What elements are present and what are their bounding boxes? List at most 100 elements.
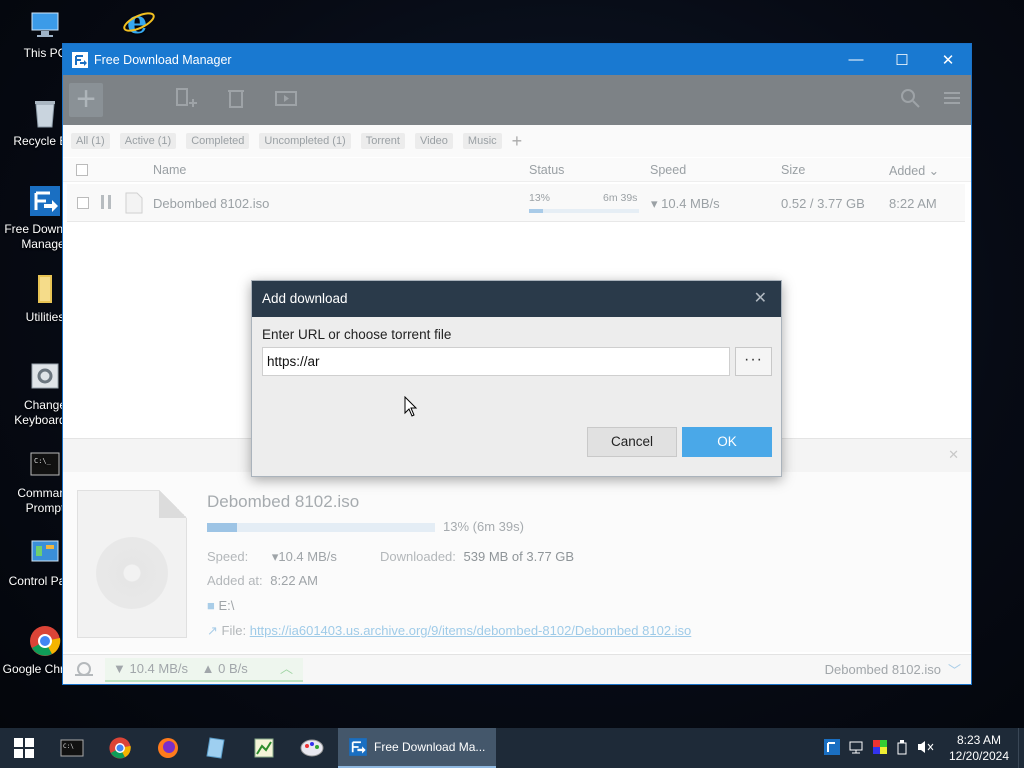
window-titlebar[interactable]: Free Download Manager — ☐ ✕ xyxy=(63,44,971,75)
network-icon[interactable] xyxy=(848,739,864,758)
close-details-icon[interactable]: ✕ xyxy=(948,447,959,463)
chevron-up-icon[interactable]: ︿ xyxy=(280,658,293,680)
taskbar-notepad[interactable] xyxy=(192,728,240,768)
svg-text:C:\_: C:\_ xyxy=(34,457,52,465)
folder-path[interactable]: E:\ xyxy=(218,598,234,613)
show-desktop-button[interactable] xyxy=(1018,728,1024,768)
internet-explorer-icon: e xyxy=(123,4,155,38)
dialog-close-button[interactable]: ✕ xyxy=(754,281,767,317)
taskbar-paint-app[interactable] xyxy=(288,728,336,768)
row-progress-bar xyxy=(529,209,639,213)
speed-box[interactable]: ▼ 10.4 MB/s ▲ 0 B/s ︿ xyxy=(105,658,303,682)
start-button[interactable] xyxy=(0,728,48,768)
folder-icon xyxy=(38,275,52,303)
file-url-link[interactable]: https://ia601403.us.archive.org/9/items/… xyxy=(250,623,692,638)
close-button[interactable]: ✕ xyxy=(925,44,971,75)
row-file-name: Debombed 8102.iso xyxy=(153,196,270,211)
toolbar: + xyxy=(63,75,971,125)
taskbar-firefox[interactable] xyxy=(144,728,192,768)
file-icon xyxy=(125,192,143,217)
status-current-file: Debombed 8102.iso xyxy=(824,662,941,677)
url-input[interactable] xyxy=(262,347,730,376)
chart-app-icon xyxy=(254,738,274,758)
dialog-titlebar[interactable]: Add download ✕ xyxy=(252,281,781,317)
mouse-cursor-icon xyxy=(404,396,418,417)
browse-button[interactable]: ··· xyxy=(735,347,772,376)
move-icon[interactable] xyxy=(171,85,201,115)
windows-icon xyxy=(14,738,34,758)
notepad-icon xyxy=(206,737,225,759)
filter-torrent[interactable]: Torrent xyxy=(360,133,405,149)
download-row[interactable]: Debombed 8102.iso 13% 6m 39s ▾ 10.4 MB/s… xyxy=(67,184,965,222)
delete-icon[interactable] xyxy=(221,85,251,115)
column-name[interactable]: Name xyxy=(153,163,186,177)
chrome-icon xyxy=(109,737,131,759)
clock[interactable]: 8:23 AM 12/20/2024 xyxy=(940,732,1018,764)
details-progress-fill xyxy=(207,523,237,532)
svg-text:C:\: C:\ xyxy=(63,743,74,750)
filter-music[interactable]: Music xyxy=(462,133,502,149)
row-size: 0.52 / 3.77 GB xyxy=(781,196,865,211)
taskbar-command-prompt[interactable]: C:\ xyxy=(48,728,96,768)
desktop-icon-label: This PC xyxy=(23,46,67,60)
filter-uncompleted[interactable]: Uncompleted (1) xyxy=(259,133,351,149)
usb-icon[interactable] xyxy=(896,739,908,758)
color-app-icon[interactable] xyxy=(872,739,888,758)
filter-completed[interactable]: Completed xyxy=(186,133,250,149)
taskbar-chart-app[interactable] xyxy=(240,728,288,768)
fdm-app-icon xyxy=(30,186,60,216)
control-panel-icon xyxy=(31,540,59,562)
taskbar-chrome[interactable] xyxy=(96,728,144,768)
dialog-title: Add download xyxy=(262,291,348,306)
fdm-tray-icon[interactable] xyxy=(824,738,840,758)
column-size[interactable]: Size xyxy=(781,163,805,177)
row-added: 8:22 AM xyxy=(889,196,937,211)
row-eta: 6m 39s xyxy=(603,192,638,204)
added-at-label: Added at: xyxy=(207,573,263,588)
add-filter-button[interactable]: + xyxy=(512,131,523,152)
terminal-icon: C:\_ xyxy=(30,452,60,476)
up-speed: ▲ 0 B/s xyxy=(201,661,248,676)
disc-icon xyxy=(96,537,168,609)
search-icon[interactable] xyxy=(895,85,925,115)
media-icon[interactable] xyxy=(271,85,301,115)
computer-icon xyxy=(31,12,59,37)
status-bar: ▼ 10.4 MB/s ▲ 0 B/s ︿ Debombed 8102.iso … xyxy=(63,654,971,684)
filter-bar: All (1) Active (1) Completed Uncompleted… xyxy=(63,125,971,157)
filter-active[interactable]: Active (1) xyxy=(119,133,177,149)
terminal-icon: C:\ xyxy=(60,739,84,757)
menu-icon[interactable] xyxy=(937,85,967,115)
chevron-down-icon[interactable]: ﹀ xyxy=(948,660,961,679)
external-link-icon: ↗ xyxy=(207,623,218,638)
minimize-button[interactable]: — xyxy=(833,44,879,75)
desktop-icon-label: Utilities xyxy=(25,310,65,324)
snail-icon[interactable] xyxy=(73,660,95,681)
taskbar-active-label: Free Download Ma... xyxy=(374,740,486,754)
cancel-button[interactable]: Cancel xyxy=(587,427,677,457)
clock-time: 8:23 AM xyxy=(956,733,1002,747)
maximize-button[interactable]: ☐ xyxy=(879,44,925,75)
add-download-button[interactable]: + xyxy=(69,82,103,117)
filter-video[interactable]: Video xyxy=(414,133,453,149)
clock-date: 12/20/2024 xyxy=(948,749,1010,763)
volume-muted-icon[interactable] xyxy=(916,739,934,758)
taskbar-fdm-active[interactable]: Free Download Ma... xyxy=(338,728,496,768)
system-tray: 8:23 AM 12/20/2024 xyxy=(824,728,1024,768)
desktop-icon-internet-explorer[interactable]: e xyxy=(94,4,184,42)
filter-all[interactable]: All (1) xyxy=(71,133,110,149)
column-added[interactable]: Added ⌄ xyxy=(889,163,939,178)
details-panel: Debombed 8102.iso 13% (6m 39s) Speed: ▾1… xyxy=(63,472,971,652)
fdm-app-icon xyxy=(72,51,88,68)
row-checkbox[interactable] xyxy=(77,197,89,209)
chrome-icon xyxy=(30,626,61,656)
taskbar: C:\ Free Download Ma... 8:23 AM 12/20/20… xyxy=(0,728,1024,768)
column-status[interactable]: Status xyxy=(529,163,564,177)
column-speed[interactable]: Speed xyxy=(650,163,686,177)
ok-button[interactable]: OK xyxy=(682,427,772,457)
row-progress-fill xyxy=(529,209,544,213)
fdm-app-icon xyxy=(349,738,367,756)
row-progress-percent: 13% xyxy=(529,192,551,204)
window-title: Free Download Manager xyxy=(94,52,232,67)
select-all-checkbox[interactable] xyxy=(76,164,88,176)
pause-icon[interactable] xyxy=(99,194,113,213)
